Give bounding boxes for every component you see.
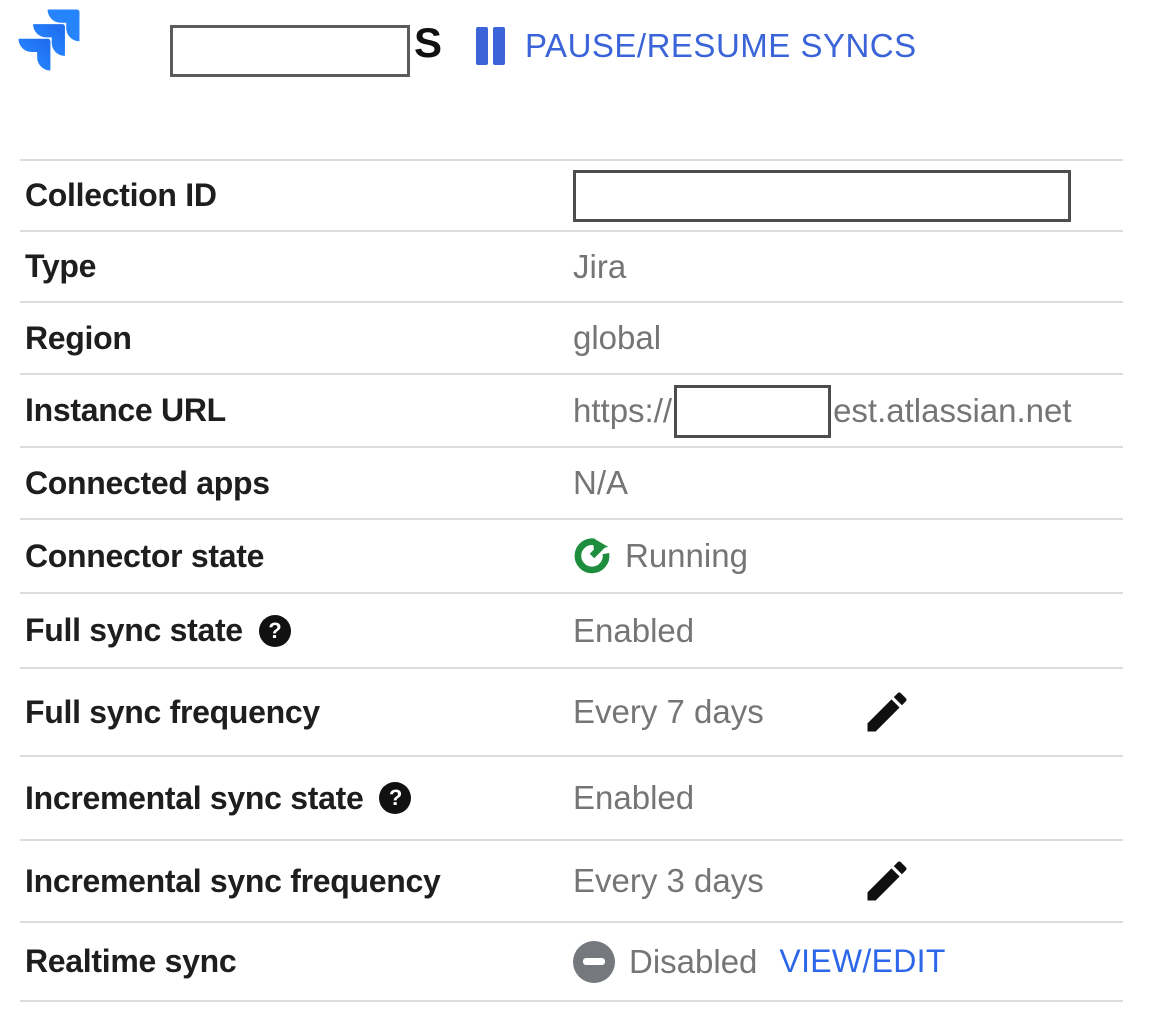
collection-id-redaction-box bbox=[573, 170, 1071, 222]
connector-properties-table: Collection ID Type Jira Region global In… bbox=[20, 159, 1123, 1002]
incremental-sync-state-label: Incremental sync state bbox=[25, 780, 363, 817]
help-icon[interactable]: ? bbox=[379, 782, 411, 814]
instance-url-label: Instance URL bbox=[20, 392, 573, 429]
page-header: S PAUSE/RESUME SYNCS bbox=[0, 0, 1150, 120]
realtime-sync-label: Realtime sync bbox=[20, 943, 573, 980]
row-connected-apps: Connected apps N/A bbox=[20, 446, 1123, 518]
row-type: Type Jira bbox=[20, 230, 1123, 301]
type-value: Jira bbox=[573, 248, 1123, 286]
jira-logo bbox=[16, 2, 82, 83]
page-title-suffix: S bbox=[414, 22, 442, 64]
full-sync-state-label: Full sync state bbox=[25, 612, 243, 649]
pause-icon bbox=[476, 27, 505, 65]
row-collection-id: Collection ID bbox=[20, 159, 1123, 230]
pencil-icon bbox=[861, 855, 913, 907]
row-connector-state: Connector state Running bbox=[20, 518, 1123, 592]
incremental-sync-frequency-value: Every 3 days bbox=[573, 862, 764, 900]
region-value: global bbox=[573, 319, 1123, 357]
instance-url-suffix: est.atlassian.net bbox=[833, 392, 1071, 430]
instance-url-value: https:// est.atlassian.net bbox=[573, 383, 1123, 438]
row-instance-url: Instance URL https:// est.atlassian.net bbox=[20, 373, 1123, 446]
edit-incremental-sync-frequency-button[interactable] bbox=[861, 855, 913, 907]
instance-url-redaction-box bbox=[674, 385, 831, 438]
realtime-sync-value: Disabled bbox=[629, 943, 757, 981]
connected-apps-label: Connected apps bbox=[20, 465, 573, 502]
incremental-sync-frequency-label: Incremental sync frequency bbox=[20, 863, 573, 900]
title-redaction-box bbox=[170, 25, 410, 77]
incremental-sync-state-value: Enabled bbox=[573, 779, 1123, 817]
connector-state-label: Connector state bbox=[20, 538, 573, 575]
region-label: Region bbox=[20, 320, 573, 357]
row-full-sync-frequency: Full sync frequency Every 7 days bbox=[20, 667, 1123, 755]
collection-id-label: Collection ID bbox=[20, 177, 573, 214]
pencil-icon bbox=[861, 686, 913, 738]
view-edit-realtime-sync-button[interactable]: VIEW/EDIT bbox=[779, 943, 945, 980]
full-sync-frequency-label: Full sync frequency bbox=[20, 694, 573, 731]
instance-url-prefix: https:// bbox=[573, 392, 672, 430]
row-full-sync-state: Full sync state ? Enabled bbox=[20, 592, 1123, 667]
pause-resume-syncs-label: PAUSE/RESUME SYNCS bbox=[525, 27, 917, 65]
connected-apps-value: N/A bbox=[573, 464, 1123, 502]
edit-full-sync-frequency-button[interactable] bbox=[861, 686, 913, 738]
row-incremental-sync-frequency: Incremental sync frequency Every 3 days bbox=[20, 839, 1123, 921]
running-icon bbox=[573, 537, 611, 575]
full-sync-state-value: Enabled bbox=[573, 612, 1123, 650]
type-label: Type bbox=[20, 248, 573, 285]
full-sync-frequency-value: Every 7 days bbox=[573, 693, 764, 731]
row-region: Region global bbox=[20, 301, 1123, 373]
row-realtime-sync: Realtime sync Disabled VIEW/EDIT bbox=[20, 921, 1123, 1002]
connector-state-value: Running bbox=[625, 537, 748, 575]
pause-resume-syncs-button[interactable]: PAUSE/RESUME SYNCS bbox=[476, 24, 917, 68]
disabled-minus-circle-icon bbox=[573, 941, 615, 983]
row-incremental-sync-state: Incremental sync state ? Enabled bbox=[20, 755, 1123, 839]
help-icon[interactable]: ? bbox=[259, 615, 291, 647]
